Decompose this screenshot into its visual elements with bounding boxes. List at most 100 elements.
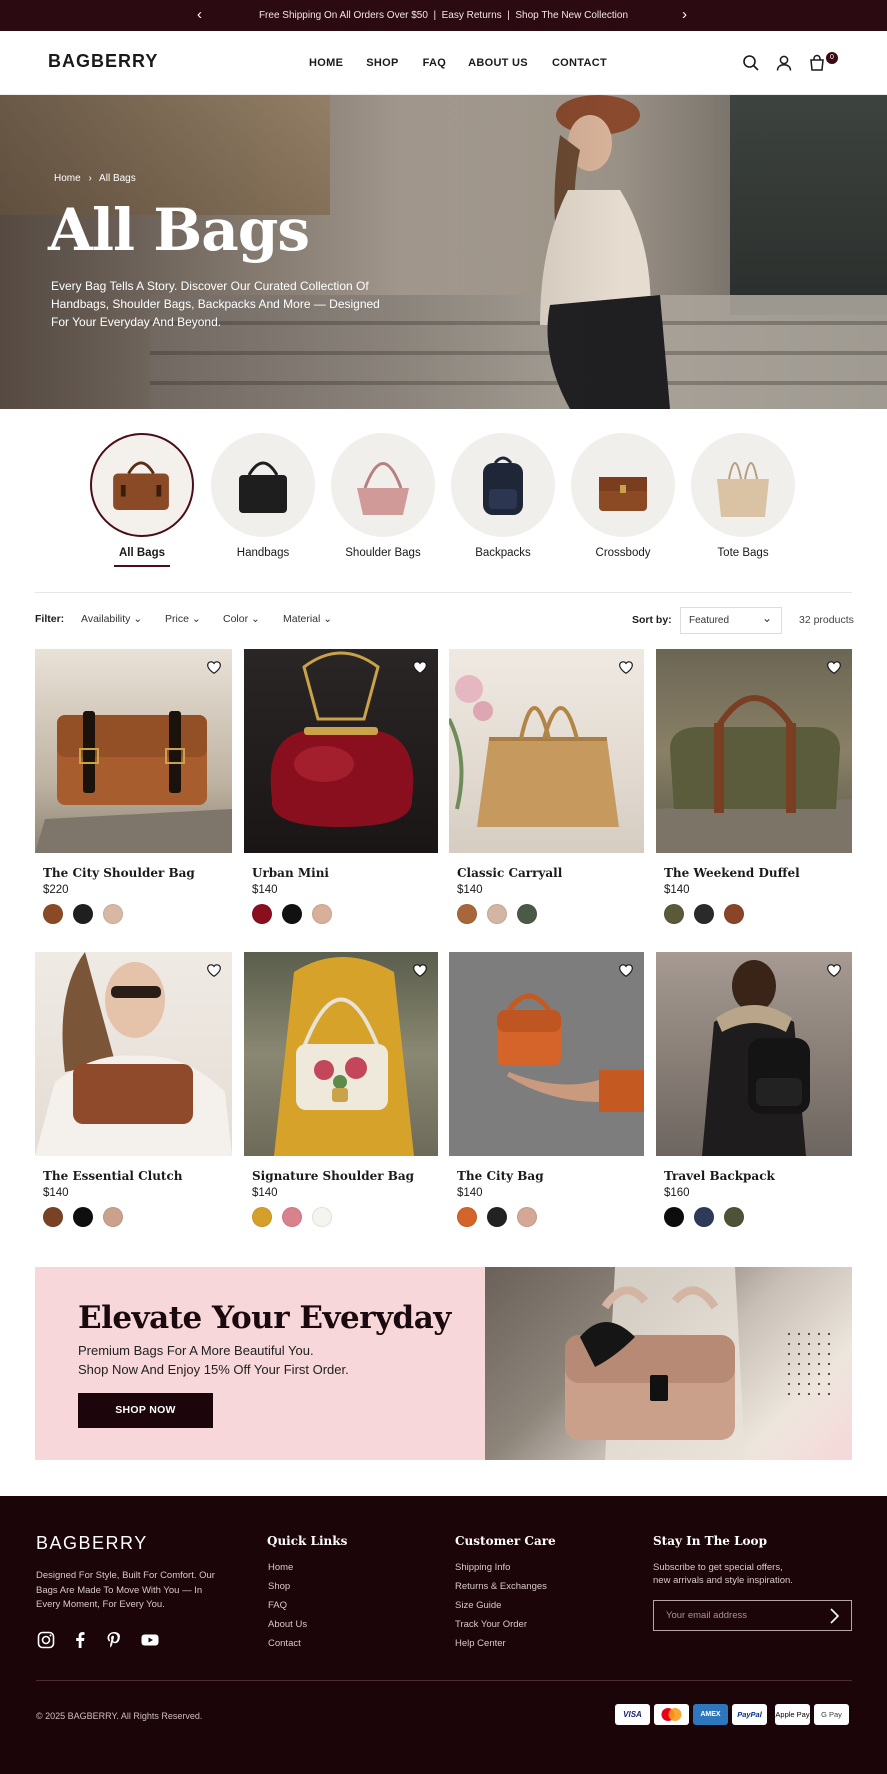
account-icon[interactable] — [774, 53, 794, 73]
pinterest-icon[interactable] — [104, 1630, 124, 1650]
arrow-right-icon[interactable] — [822, 1604, 846, 1628]
footer-link-shop[interactable]: Shop — [268, 1581, 290, 1592]
nav-home[interactable]: HOME — [309, 57, 343, 69]
wishlist-heart-icon[interactable] — [205, 961, 223, 979]
product-name[interactable]: The Weekend Duffel — [664, 866, 852, 880]
youtube-icon[interactable] — [140, 1630, 160, 1650]
color-swatch[interactable] — [312, 904, 332, 924]
footer-link-track-order[interactable]: Track Your Order — [455, 1619, 527, 1630]
cart-icon[interactable] — [807, 53, 827, 73]
wishlist-heart-icon[interactable] — [617, 961, 635, 979]
wishlist-heart-icon[interactable] — [617, 658, 635, 676]
product-image[interactable] — [449, 952, 644, 1156]
color-swatch[interactable] — [282, 904, 302, 924]
product-image[interactable] — [244, 952, 438, 1156]
category-crossbody[interactable]: Crossbody — [569, 433, 677, 559]
product-card[interactable]: Travel Backpack $160 — [656, 952, 852, 1227]
filter-availability[interactable]: Availability ⌄ — [81, 613, 142, 625]
color-swatch[interactable] — [664, 904, 684, 924]
color-swatch[interactable] — [694, 904, 714, 924]
category-all-bags[interactable]: All Bags — [88, 433, 196, 567]
color-swatch[interactable] — [724, 1207, 744, 1227]
color-swatch[interactable] — [487, 1207, 507, 1227]
color-swatch[interactable] — [103, 1207, 123, 1227]
category-label: Handbags — [236, 547, 290, 559]
announcement-prev-arrow[interactable]: ‹ — [197, 6, 202, 23]
product-name[interactable]: Signature Shoulder Bag — [252, 1169, 438, 1183]
color-swatch[interactable] — [487, 904, 507, 924]
product-card[interactable]: The City Shoulder Bag $220 — [35, 649, 232, 924]
color-swatch[interactable] — [457, 904, 477, 924]
product-image[interactable] — [35, 952, 232, 1156]
color-swatch[interactable] — [312, 1207, 332, 1227]
facebook-icon[interactable] — [70, 1630, 90, 1650]
product-card[interactable]: The Essential Clutch $140 — [35, 952, 232, 1227]
color-swatch[interactable] — [73, 1207, 93, 1227]
product-name[interactable]: The City Shoulder Bag — [43, 866, 232, 880]
color-swatch[interactable] — [252, 1207, 272, 1227]
wishlist-heart-icon[interactable] — [411, 961, 429, 979]
color-swatch[interactable] — [282, 1207, 302, 1227]
product-card[interactable]: The Weekend Duffel $140 — [656, 649, 852, 924]
product-image[interactable] — [656, 952, 852, 1156]
category-tote-bags[interactable]: Tote Bags — [689, 433, 797, 559]
color-swatch[interactable] — [457, 1207, 477, 1227]
wishlist-heart-icon[interactable] — [825, 658, 843, 676]
product-image[interactable] — [35, 649, 232, 853]
wishlist-heart-icon[interactable] — [825, 961, 843, 979]
newsletter-heading: Stay In The Loop — [653, 1534, 767, 1548]
color-swatch[interactable] — [664, 1207, 684, 1227]
footer-link-about-us[interactable]: About Us — [268, 1619, 307, 1630]
color-swatch[interactable] — [724, 904, 744, 924]
filter-color[interactable]: Color ⌄ — [223, 613, 260, 625]
color-swatch[interactable] — [517, 904, 537, 924]
color-swatch[interactable] — [73, 904, 93, 924]
category-handbags[interactable]: Handbags — [209, 433, 317, 559]
product-card[interactable]: Signature Shoulder Bag $140 — [244, 952, 438, 1227]
product-card[interactable]: The City Bag $140 — [449, 952, 644, 1227]
product-name[interactable]: Travel Backpack — [664, 1169, 852, 1183]
nav-shop[interactable]: SHOP — [366, 57, 398, 69]
sort-select[interactable]: Featured — [680, 607, 782, 634]
footer-link-contact[interactable]: Contact — [268, 1638, 301, 1649]
footer-link-shipping-info[interactable]: Shipping Info — [455, 1562, 510, 1573]
shop-now-button[interactable]: SHOP NOW — [78, 1393, 213, 1428]
site-logo[interactable]: BAGBERRY — [48, 51, 158, 72]
footer-logo[interactable]: BAGBERRY — [36, 1533, 148, 1554]
product-price: $140 — [43, 1187, 69, 1199]
nav-faq[interactable]: FAQ — [423, 57, 447, 69]
search-icon[interactable] — [741, 53, 761, 73]
color-swatch[interactable] — [43, 904, 63, 924]
footer-link-help-center[interactable]: Help Center — [455, 1638, 506, 1649]
category-shoulder-bags[interactable]: Shoulder Bags — [329, 433, 437, 559]
product-name[interactable]: The City Bag — [457, 1169, 644, 1183]
apple-pay-icon: Apple Pay — [775, 1704, 810, 1725]
color-swatch[interactable] — [517, 1207, 537, 1227]
product-name[interactable]: The Essential Clutch — [43, 1169, 232, 1183]
product-name[interactable]: Classic Carryall — [457, 866, 644, 880]
filter-material[interactable]: Material ⌄ — [283, 613, 332, 625]
footer-link-size-guide[interactable]: Size Guide — [455, 1600, 501, 1611]
instagram-icon[interactable] — [36, 1630, 56, 1650]
nav-about-us[interactable]: ABOUT US — [468, 57, 528, 69]
footer-link-home[interactable]: Home — [268, 1562, 293, 1573]
wishlist-heart-icon[interactable] — [411, 658, 429, 676]
footer-link-returns[interactable]: Returns & Exchanges — [455, 1581, 547, 1592]
breadcrumb-home[interactable]: Home — [54, 173, 81, 184]
product-card[interactable]: Urban Mini $140 — [244, 649, 438, 924]
product-card[interactable]: Classic Carryall $140 — [449, 649, 644, 924]
filter-price[interactable]: Price ⌄ — [165, 613, 201, 625]
product-image[interactable] — [656, 649, 852, 853]
product-image[interactable] — [449, 649, 644, 853]
color-swatch[interactable] — [103, 904, 123, 924]
color-swatch[interactable] — [43, 1207, 63, 1227]
product-name[interactable]: Urban Mini — [252, 866, 438, 880]
color-swatch[interactable] — [252, 904, 272, 924]
nav-contact[interactable]: CONTACT — [552, 57, 607, 69]
category-backpacks[interactable]: Backpacks — [449, 433, 557, 559]
product-image[interactable] — [244, 649, 438, 853]
wishlist-heart-icon[interactable] — [205, 658, 223, 676]
footer-link-faq[interactable]: FAQ — [268, 1600, 287, 1611]
announcement-next-arrow[interactable]: › — [682, 6, 687, 23]
color-swatch[interactable] — [694, 1207, 714, 1227]
